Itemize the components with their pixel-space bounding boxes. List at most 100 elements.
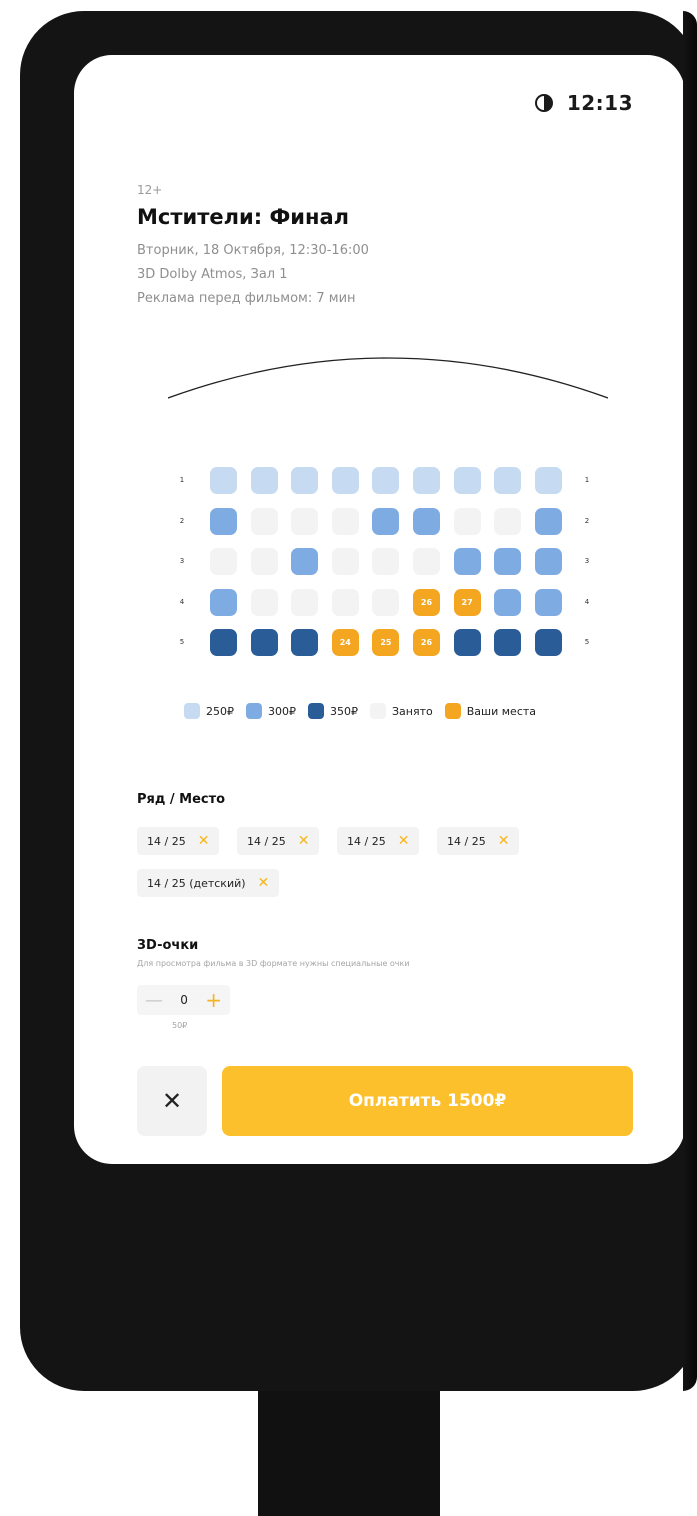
seat-r2-s2[interactable]: [250, 507, 278, 535]
seat-r1-s7[interactable]: [453, 467, 481, 494]
age-rating: 12+: [137, 183, 163, 197]
remove-seat-icon[interactable]: ✕: [198, 834, 210, 848]
seat-r2-s4[interactable]: [331, 507, 359, 535]
row-number-right: 3: [584, 557, 590, 565]
legend-label: 300₽: [268, 704, 296, 718]
seat-r4-s6[interactable]: 26: [413, 588, 440, 616]
seat-r5-s6[interactable]: 26: [413, 629, 440, 656]
legend-label: Ваши места: [466, 704, 537, 718]
seat-r1-s1[interactable]: [210, 467, 237, 494]
seat-r4-s9[interactable]: [534, 588, 562, 616]
seat-chip: 14 / 25 (детский) ✕: [137, 869, 280, 897]
seat-chip-label: 14 / 25: [447, 834, 486, 848]
seat-r5-s5[interactable]: 25: [372, 629, 400, 656]
glasses-price: 50₽: [172, 1021, 188, 1030]
seat-r3-s7[interactable]: [453, 548, 481, 575]
seat-r5-s1[interactable]: [210, 629, 237, 656]
seat-r4-s3[interactable]: [291, 588, 319, 616]
row-number-left: 3: [179, 557, 185, 565]
row-number-right: 1: [584, 476, 590, 484]
seat-r1-s5[interactable]: [372, 467, 400, 494]
cinema-screen-arc: [168, 357, 608, 399]
legend-label: 250₽: [206, 704, 234, 718]
legend-swatch: [444, 703, 461, 719]
seat-r4-s4[interactable]: [331, 588, 359, 616]
seat-r4-s5[interactable]: [372, 588, 400, 616]
seat-r3-s8[interactable]: [494, 548, 522, 575]
remove-seat-icon[interactable]: ✕: [398, 834, 410, 848]
seat-r1-s8[interactable]: [494, 467, 522, 494]
seat-r3-s3[interactable]: [291, 548, 319, 575]
seat-r3-s9[interactable]: [534, 548, 562, 575]
contrast-icon[interactable]: [534, 94, 553, 112]
glasses-description: Для просмотра фильма в 3D формате нужны …: [137, 959, 410, 968]
seat-r2-s9[interactable]: [534, 507, 562, 535]
seat-r5-s4[interactable]: 24: [331, 629, 359, 656]
seat-chip: 14 / 25 ✕: [237, 827, 320, 855]
seat-r5-s8[interactable]: [494, 629, 522, 656]
seat-r2-s1[interactable]: [210, 507, 237, 535]
seat-chip: 14 / 25 ✕: [437, 827, 520, 855]
seat-r4-s2[interactable]: [250, 588, 278, 616]
plus-button[interactable]: +: [205, 988, 222, 1012]
row-number-left: 1: [179, 476, 185, 484]
legend-label: Занято: [392, 704, 433, 718]
seat-r5-s7[interactable]: [453, 629, 481, 656]
pay-button[interactable]: Оплатить 1500₽: [222, 1066, 633, 1136]
remove-seat-icon[interactable]: ✕: [498, 834, 510, 848]
glasses-count: 0: [180, 993, 188, 1007]
close-button[interactable]: ✕: [137, 1066, 207, 1136]
seat-r5-s3[interactable]: [291, 629, 319, 656]
seat-r4-s1[interactable]: [210, 588, 237, 616]
minus-button[interactable]: —: [145, 990, 163, 1011]
movie-datetime: Вторник, 18 Октября, 12:30-16:00: [137, 243, 369, 258]
movie-ads: Реклама перед фильмом: 7 мин: [137, 291, 356, 306]
price-legend: 250₽ 300₽ 350₽ Занято Ваши места: [184, 703, 536, 719]
row-number-right: 2: [584, 516, 590, 525]
seat-r2-s6[interactable]: [413, 507, 440, 535]
seat-r1-s3[interactable]: [291, 467, 319, 494]
movie-title: Мстители: Финал: [137, 205, 350, 229]
row-number-left: 4: [179, 597, 185, 606]
seat-chip: 14 / 25 ✕: [337, 827, 420, 855]
legend-item-p300: 300₽: [246, 703, 296, 719]
remove-seat-icon[interactable]: ✕: [258, 876, 270, 890]
legend-swatch: [308, 703, 324, 719]
seat-r2-s5[interactable]: [372, 507, 400, 535]
seat-r1-s9[interactable]: [534, 467, 562, 494]
clock: 12:13: [566, 91, 633, 115]
seat-chip: 14 / 25 ✕: [137, 827, 220, 855]
seat-r2-s7[interactable]: [453, 507, 481, 535]
legend-item-mine: Ваши места: [444, 703, 537, 719]
seat-chip-label: 14 / 25: [347, 834, 386, 848]
seat-r4-s7[interactable]: 27: [453, 588, 481, 616]
remove-seat-icon[interactable]: ✕: [298, 834, 310, 848]
seat-r4-s8[interactable]: [494, 588, 522, 616]
row-number-right: 4: [584, 597, 590, 606]
seat-chip-label: 14 / 25: [147, 834, 186, 848]
seat-chip-label: 14 / 25 (детский): [147, 876, 246, 890]
legend-item-p250: 250₽: [184, 703, 234, 719]
seat-r3-s6[interactable]: [413, 548, 440, 575]
seat-r1-s4[interactable]: [331, 467, 359, 494]
legend-swatch: [370, 703, 386, 719]
seat-r3-s2[interactable]: [250, 548, 278, 575]
row-number-left: 2: [179, 516, 185, 525]
legend-item-taken: Занято: [370, 703, 433, 719]
kiosk-screen: 12:13 12+ Мстители: Финал Вторник, 18 Ок…: [74, 55, 685, 1164]
seat-r2-s8[interactable]: [494, 507, 522, 535]
movie-format: 3D Dolby Atmos, Зал 1: [137, 267, 288, 282]
glasses-title: 3D-очки: [137, 938, 199, 953]
seat-r3-s1[interactable]: [210, 548, 237, 575]
selection-title: Ряд / Место: [137, 792, 226, 807]
seat-r5-s2[interactable]: [250, 629, 278, 656]
seat-r2-s3[interactable]: [291, 507, 319, 535]
seat-r5-s9[interactable]: [534, 629, 562, 656]
seat-r1-s2[interactable]: [250, 467, 278, 494]
legend-label: 350₽: [330, 704, 358, 718]
seat-chip-label: 14 / 25: [247, 834, 286, 848]
seat-r1-s6[interactable]: [413, 467, 440, 494]
row-number-left: 5: [179, 638, 185, 646]
seat-r3-s4[interactable]: [331, 548, 359, 575]
seat-r3-s5[interactable]: [372, 548, 400, 575]
